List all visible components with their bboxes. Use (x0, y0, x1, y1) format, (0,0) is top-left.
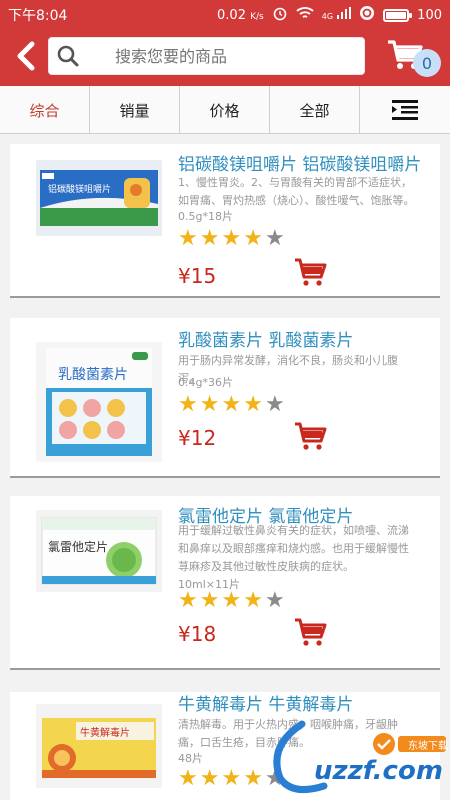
site-watermark: 东坡下载 uzzf.com (262, 716, 448, 800)
product-card[interactable]: 氯雷他定片 氯雷他定片 氯雷他定片 用于缓解过敏性鼻炎有关的症状，如喷嚏、流涕和… (10, 496, 440, 670)
signal-icon: 4G (322, 7, 352, 23)
star-filled-icon: ★ (199, 588, 220, 613)
product-description: 用于缓解过敏性鼻炎有关的症状，如喷嚏、流涕和鼻痒以及眼部瘙痒和烧灼感。也用于缓解… (178, 524, 409, 573)
rating-stars: ★ ★ ★ ★ ★ (178, 590, 285, 612)
star-empty-icon: ★ (264, 392, 285, 417)
product-description: 1、慢性胃炎。2、与胃酸有关的胃部不适症状，如胃痛、胃灼热感（烧心）、酸性嗳气、… (178, 176, 415, 207)
product-price: ¥15 (178, 264, 217, 288)
alarm-icon (272, 5, 288, 25)
search-bar[interactable] (48, 37, 365, 75)
watermark-text: uzzf.com (314, 756, 443, 786)
tab-sales[interactable]: 销量 (90, 86, 180, 134)
status-bar: 下午8:04 0.02 K/s 4G 100 (0, 0, 450, 30)
tab-price[interactable]: 价格 (180, 86, 270, 134)
star-filled-icon: ★ (178, 766, 198, 791)
star-filled-icon: ★ (199, 392, 220, 417)
rating-stars: ★ ★ ★ ★ ★ (178, 394, 285, 416)
star-filled-icon: ★ (199, 766, 220, 791)
back-arrow-icon (17, 41, 35, 71)
sync-icon (359, 5, 375, 25)
star-filled-icon: ★ (221, 766, 242, 791)
sort-tabs: 综合 销量 价格 全部 (0, 86, 450, 134)
add-to-cart-button[interactable] (294, 618, 328, 648)
tab-all[interactable]: 全部 (270, 86, 360, 134)
product-image: 氯雷他定片 (36, 510, 162, 592)
product-spec: 48片 (178, 752, 203, 765)
product-name[interactable]: 乳酸菌素片 乳酸菌素片 (178, 326, 353, 351)
star-filled-icon: ★ (178, 226, 198, 251)
product-name[interactable]: 牛黄解毒片 牛黄解毒片 (178, 690, 353, 715)
top-header (0, 30, 450, 86)
cart-icon (295, 422, 327, 450)
product-image: 牛黄解毒片 (36, 704, 162, 788)
tab-comprehensive[interactable]: 综合 (0, 86, 90, 134)
product-image: 乳酸菌素片 (36, 342, 162, 462)
product-box-label: 氯雷他定片 (48, 540, 109, 554)
star-filled-icon: ★ (243, 226, 263, 251)
wifi-icon (296, 6, 314, 24)
star-filled-icon: ★ (178, 588, 198, 613)
product-spec: 0.5g*18片 (178, 210, 233, 223)
star-filled-icon: ★ (199, 226, 220, 251)
product-spec: 0.4g*36片 (178, 376, 233, 389)
product-image: 铝碳酸镁咀嚼片 (36, 160, 162, 236)
product-box-label: 乳酸菌素片 (58, 367, 128, 383)
star-filled-icon: ★ (243, 392, 263, 417)
rating-stars: ★ ★ ★ ★ ★ (178, 228, 285, 250)
cart-count-badge: 0 (413, 49, 441, 77)
product-name[interactable]: 铝碳酸镁咀嚼片 铝碳酸镁咀嚼片 (178, 150, 421, 175)
product-price: ¥12 (178, 426, 217, 450)
add-to-cart-button[interactable] (294, 258, 328, 288)
product-list: 铝碳酸镁咀嚼片 铝碳酸镁咀嚼片 铝碳酸镁咀嚼片 1、慢性胃炎。2、与胃酸有关的胃… (0, 134, 450, 800)
battery-level: 100 (417, 7, 442, 23)
star-filled-icon: ★ (221, 226, 242, 251)
star-filled-icon: ★ (221, 588, 242, 613)
star-filled-icon: ★ (221, 392, 242, 417)
product-card[interactable]: 乳酸菌素片 乳酸菌素片 乳酸菌素片 用于肠内异常发酵，消化不良，肠炎和小儿腹泻。… (10, 318, 440, 478)
star-filled-icon: ★ (243, 766, 263, 791)
watermark-badge: 东坡下载 (408, 741, 448, 752)
menu-list-icon (392, 100, 418, 120)
product-box-label: 牛黄解毒片 (80, 728, 130, 739)
product-box-label: 铝碳酸镁咀嚼片 (48, 185, 112, 195)
search-input[interactable] (85, 46, 364, 66)
list-view-toggle[interactable] (360, 86, 450, 134)
cart-icon (295, 618, 327, 646)
star-filled-icon: ★ (243, 588, 263, 613)
battery-icon (383, 8, 413, 22)
back-button[interactable] (12, 38, 42, 74)
star-empty-icon: ★ (264, 588, 285, 613)
star-empty-icon: ★ (264, 226, 285, 251)
cart-icon (295, 258, 327, 286)
status-time: 下午8:04 (8, 8, 68, 24)
star-filled-icon: ★ (178, 392, 198, 417)
search-icon (51, 39, 85, 73)
add-to-cart-button[interactable] (294, 422, 328, 452)
product-price: ¥18 (178, 622, 217, 646)
network-speed: 0.02 K/s (217, 7, 264, 23)
product-card[interactable]: 铝碳酸镁咀嚼片 铝碳酸镁咀嚼片 铝碳酸镁咀嚼片 1、慢性胃炎。2、与胃酸有关的胃… (10, 144, 440, 298)
